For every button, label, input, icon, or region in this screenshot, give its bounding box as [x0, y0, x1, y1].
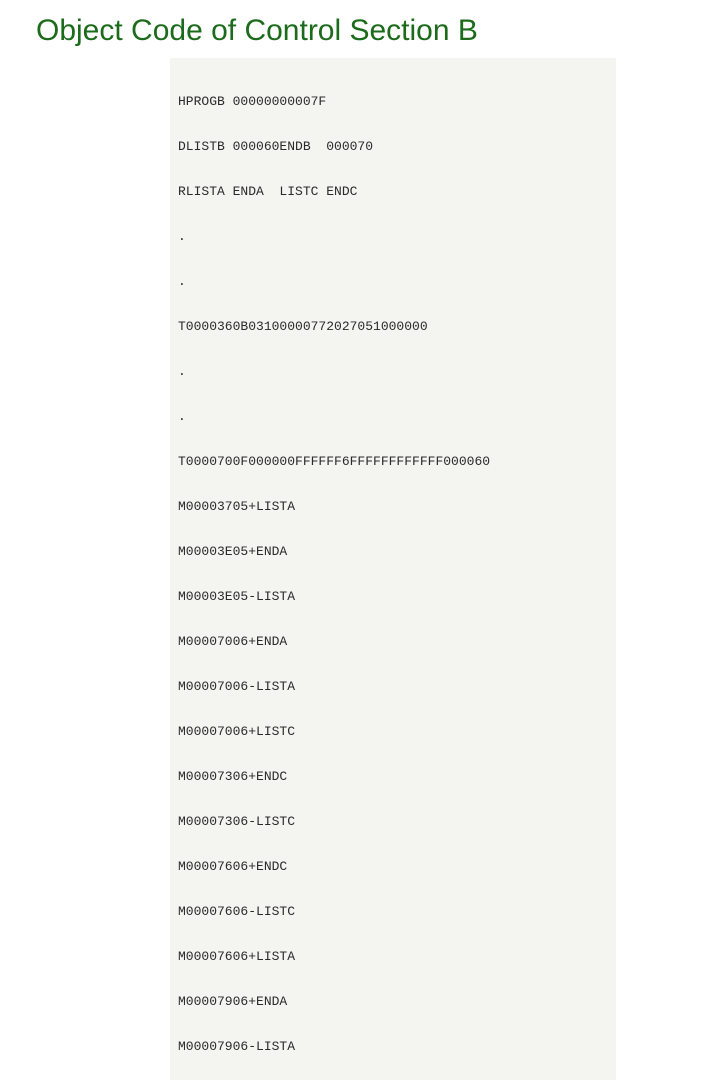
- code-line: .: [178, 409, 608, 424]
- code-line: M00007606-LISTC: [178, 904, 608, 919]
- code-line: M00007306-LISTC: [178, 814, 608, 829]
- code-line: M00003E05+ENDA: [178, 544, 608, 559]
- code-line: M00003E05-LISTA: [178, 589, 608, 604]
- code-line: M00007006+ENDA: [178, 634, 608, 649]
- code-line: M00007906-LISTA: [178, 1039, 608, 1054]
- code-line: RLISTA ENDA LISTC ENDC: [178, 184, 608, 199]
- page-title: Object Code of Control Section B: [36, 14, 720, 48]
- code-line: T0000700F000000FFFFFF6FFFFFFFFFFFF000060: [178, 454, 608, 469]
- code-line: .: [178, 274, 608, 289]
- code-line: M00007006-LISTA: [178, 679, 608, 694]
- code-line: T0000360B03100000772027051000000: [178, 319, 608, 334]
- code-line: M00007606+LISTA: [178, 949, 608, 964]
- code-line: .: [178, 364, 608, 379]
- code-line: M00007606+ENDC: [178, 859, 608, 874]
- code-line: DLISTB 000060ENDB 000070: [178, 139, 608, 154]
- code-line: .: [178, 229, 608, 244]
- object-code-listing: HPROGB 00000000007F DLISTB 000060ENDB 00…: [170, 58, 616, 1080]
- code-line: M00007906+ENDA: [178, 994, 608, 1009]
- code-line: M00007306+ENDC: [178, 769, 608, 784]
- code-line: M00007006+LISTC: [178, 724, 608, 739]
- code-line: M00003705+LISTA: [178, 499, 608, 514]
- code-line: HPROGB 00000000007F: [178, 94, 608, 109]
